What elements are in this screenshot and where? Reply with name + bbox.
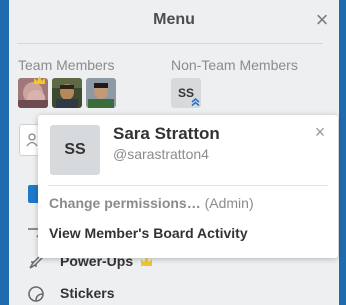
team-member-avatar-3[interactable]: [86, 78, 116, 108]
member-username: @sarastratton4: [113, 146, 209, 162]
person-icon: [26, 133, 38, 147]
popover-divider: [48, 185, 328, 186]
member-popover: SS Sara Stratton @sarastratton4 × Change…: [38, 115, 338, 258]
popover-avatar: SS: [50, 125, 100, 175]
sticker-icon: [28, 286, 44, 302]
crown-icon: [141, 257, 152, 266]
admin-crown-icon: [34, 76, 45, 84]
member-full-name: Sara Stratton: [113, 124, 220, 143]
stickers-label: Stickers: [60, 285, 115, 301]
team-member-avatar-2[interactable]: [52, 78, 82, 108]
close-popover-icon[interactable]: ×: [313, 123, 327, 141]
menu-title: Menu: [153, 11, 195, 28]
change-permissions-link[interactable]: Change permissions… (Admin): [49, 195, 254, 211]
team-members-label: Team Members: [18, 57, 115, 73]
menu-header-divider: [17, 43, 323, 44]
non-team-members-label: Non-Team Members: [171, 57, 298, 73]
permission-level: (Admin): [204, 195, 254, 211]
view-board-activity-link[interactable]: View Member's Board Activity: [49, 225, 248, 241]
close-menu-icon[interactable]: ×: [312, 9, 332, 31]
observer-badge-icon: [190, 96, 201, 107]
change-permissions-label: Change permissions…: [49, 195, 201, 211]
